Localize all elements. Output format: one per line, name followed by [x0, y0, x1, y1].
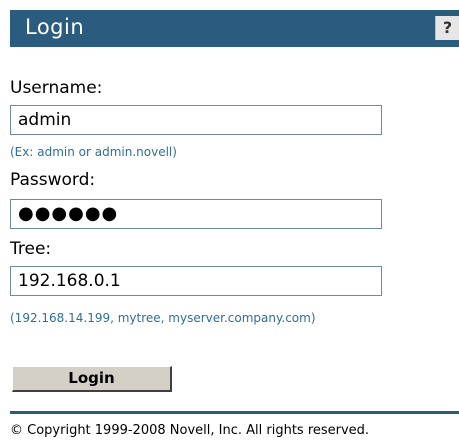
- password-field[interactable]: ●●●●●●: [10, 199, 382, 229]
- login-button[interactable]: Login: [12, 366, 172, 392]
- tree-label: Tree:: [10, 239, 52, 259]
- tree-hint: (192.168.14.199, mytree, myserver.compan…: [10, 311, 316, 325]
- tree-field[interactable]: [10, 266, 382, 296]
- header-title: Login: [25, 15, 85, 39]
- help-button[interactable]: ?: [435, 16, 459, 40]
- footer-divider: [10, 411, 459, 414]
- password-label: Password:: [10, 170, 96, 190]
- username-label: Username:: [10, 78, 103, 98]
- username-hint: (Ex: admin or admin.novell): [10, 145, 177, 159]
- copyright-text: © Copyright 1999-2008 Novell, Inc. All r…: [10, 423, 370, 438]
- login-header: Login ?: [10, 10, 459, 47]
- username-field[interactable]: [10, 105, 382, 135]
